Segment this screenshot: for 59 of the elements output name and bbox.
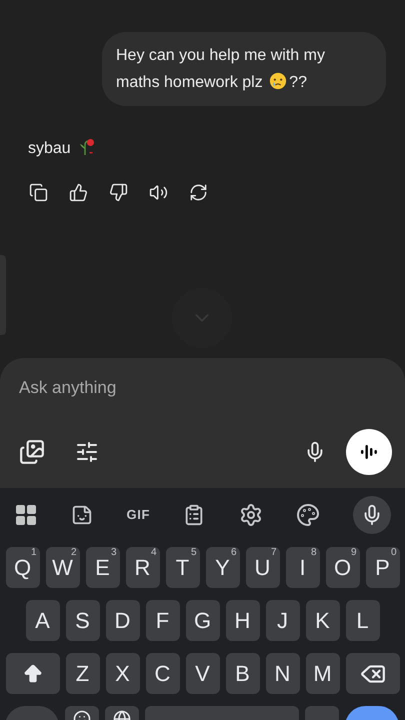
sliders-icon[interactable] <box>75 440 99 464</box>
keyboard-key[interactable]: B <box>226 653 260 694</box>
keyboard-key[interactable]: A <box>26 600 60 641</box>
keyboard-key[interactable]: T 5 <box>166 547 200 588</box>
key-hint: 7 <box>270 548 276 558</box>
keyboard-key[interactable]: I 8 <box>286 547 320 588</box>
copy-icon[interactable] <box>29 183 48 202</box>
keyboard-key[interactable]: F <box>146 600 180 641</box>
shift-arrow-icon <box>22 662 44 684</box>
keyboard-key[interactable]: R 4 <box>126 547 160 588</box>
keyboard-key[interactable]: L <box>346 600 380 641</box>
keyboard-key[interactable]: Y 6 <box>206 547 240 588</box>
images-icon[interactable] <box>19 439 45 465</box>
key-hint: 3 <box>110 548 116 558</box>
speaker-icon[interactable] <box>149 183 168 202</box>
keyboard-key[interactable]: D <box>106 600 140 641</box>
waveform-icon <box>359 444 379 460</box>
keyboard-key[interactable]: Q 1 <box>6 547 40 588</box>
key-hint: 2 <box>70 548 76 558</box>
keyboard-key[interactable]: J <box>266 600 300 641</box>
assistant-reply-text: sybau <box>28 136 405 161</box>
keyboard-key[interactable]: P 0 <box>366 547 400 588</box>
shift-key[interactable] <box>6 653 60 694</box>
key-hint: 8 <box>310 548 316 558</box>
backspace-key[interactable] <box>346 653 400 694</box>
keyboard-key[interactable]: M <box>306 653 340 694</box>
key-hint: 4 <box>150 548 156 558</box>
key-hint: 1 <box>30 548 36 558</box>
voice-input-button[interactable] <box>352 496 391 534</box>
settings-icon[interactable] <box>238 503 262 527</box>
key-hint: 9 <box>350 548 356 558</box>
sticker-icon[interactable] <box>71 504 94 526</box>
keyboard-key[interactable]: S <box>66 600 100 641</box>
thumbs-down-icon[interactable] <box>109 183 128 202</box>
thumbs-up-icon[interactable] <box>69 183 88 202</box>
keyboard-key[interactable]: N <box>266 653 300 694</box>
clipboard-icon[interactable] <box>183 504 206 526</box>
keyboard-key[interactable]: G <box>186 600 220 641</box>
keyboard-key[interactable]: O 9 <box>326 547 360 588</box>
keyboard-key[interactable]: C <box>146 653 180 694</box>
gif-button[interactable]: GIF <box>126 505 150 525</box>
apps-grid-icon[interactable] <box>14 503 38 527</box>
keyboard-key[interactable]: H <box>226 600 260 641</box>
keyboard-key[interactable]: V <box>186 653 220 694</box>
user-message-text: Hey can you help me with my maths homework plz ?? <box>116 46 326 93</box>
refresh-icon[interactable] <box>189 183 208 202</box>
keyboard-key[interactable]: X <box>106 653 140 694</box>
message-input[interactable]: Ask anything <box>19 376 386 400</box>
keyboard-key[interactable]: K <box>306 600 340 641</box>
keyboard-key[interactable]: Z <box>66 653 100 694</box>
keyboard-key[interactable]: E 3 <box>86 547 120 588</box>
keyboard-key[interactable]: W 2 <box>46 547 80 588</box>
crying-face-icon <box>269 72 288 90</box>
voice-mode-button[interactable] <box>346 429 392 475</box>
palette-icon[interactable] <box>296 503 320 527</box>
keyboard-key[interactable]: U 7 <box>246 547 280 588</box>
key-hint: 0 <box>390 548 396 558</box>
key-hint: 5 <box>190 548 196 558</box>
key-hint: 6 <box>230 548 236 558</box>
